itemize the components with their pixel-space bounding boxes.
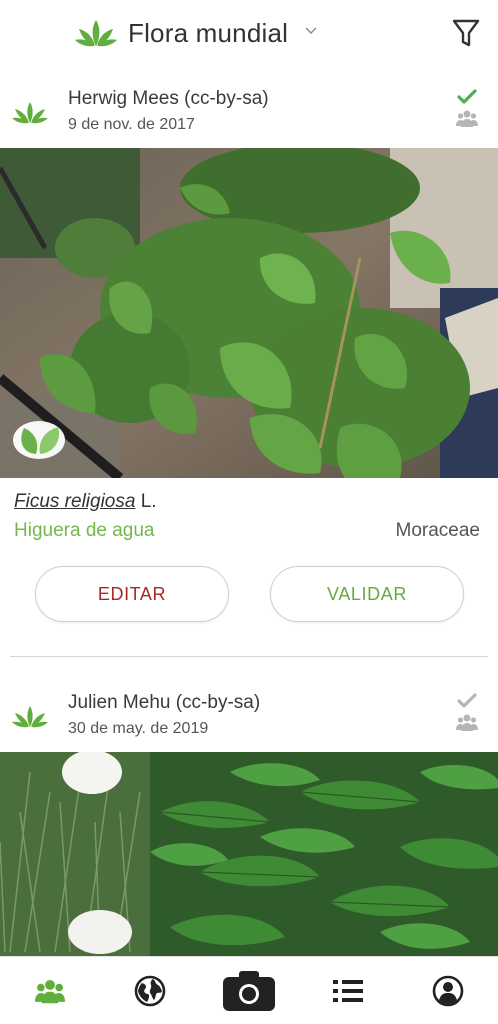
- scientific-name-link[interactable]: Ficus religiosa: [14, 491, 135, 512]
- nav-camera[interactable]: [218, 957, 280, 1024]
- nav-account[interactable]: [418, 957, 478, 1024]
- nav-explore[interactable]: [120, 957, 180, 1024]
- plant-icon: [12, 102, 48, 124]
- account-icon: [432, 975, 464, 1007]
- family-name: Moraceae: [395, 520, 481, 541]
- bottom-navigation: [0, 956, 498, 1024]
- leaf-badge-icon: [13, 421, 65, 459]
- unvalidated-check-icon: [457, 693, 477, 708]
- plant-icon: [12, 706, 48, 728]
- users-icon: [35, 979, 65, 1004]
- page-title: Flora mundial: [128, 18, 289, 48]
- validate-button[interactable]: VALIDAR: [270, 566, 464, 622]
- flora-selector[interactable]: Flora mundial: [128, 18, 288, 49]
- community-icon: [456, 110, 478, 127]
- observation-photo[interactable]: [0, 148, 498, 478]
- nav-community[interactable]: [20, 957, 80, 1024]
- observation-author: Julien Mehu (cc-by-sa): [68, 692, 261, 713]
- list-icon: [333, 980, 363, 1002]
- scientific-name[interactable]: Ficus religiosa L.: [14, 491, 157, 513]
- filter-icon[interactable]: [452, 18, 480, 48]
- nav-list[interactable]: [318, 957, 378, 1024]
- observation-header[interactable]: Julien Mehu (cc-by-sa) 30 de may. de 201…: [0, 690, 498, 752]
- card-divider: [10, 656, 488, 657]
- globe-icon: [134, 975, 166, 1007]
- flora-logo-icon: [75, 20, 117, 47]
- validated-check-icon: [457, 89, 477, 104]
- observation-photo[interactable]: [0, 752, 498, 956]
- edit-button[interactable]: EDITAR: [35, 566, 229, 622]
- app-header: Flora mundial: [0, 0, 498, 70]
- observation-author: Herwig Mees (cc-by-sa): [68, 88, 269, 109]
- chevron-down-icon[interactable]: [305, 26, 317, 36]
- community-icon: [456, 714, 478, 731]
- observation-date: 30 de may. de 2019: [68, 720, 209, 737]
- observation-date: 9 de nov. de 2017: [68, 116, 195, 133]
- camera-icon: [223, 971, 275, 1011]
- observation-header[interactable]: Herwig Mees (cc-by-sa) 9 de nov. de 2017: [0, 86, 498, 148]
- common-name: Higuera de agua: [14, 520, 155, 541]
- scientific-author: L.: [140, 491, 157, 512]
